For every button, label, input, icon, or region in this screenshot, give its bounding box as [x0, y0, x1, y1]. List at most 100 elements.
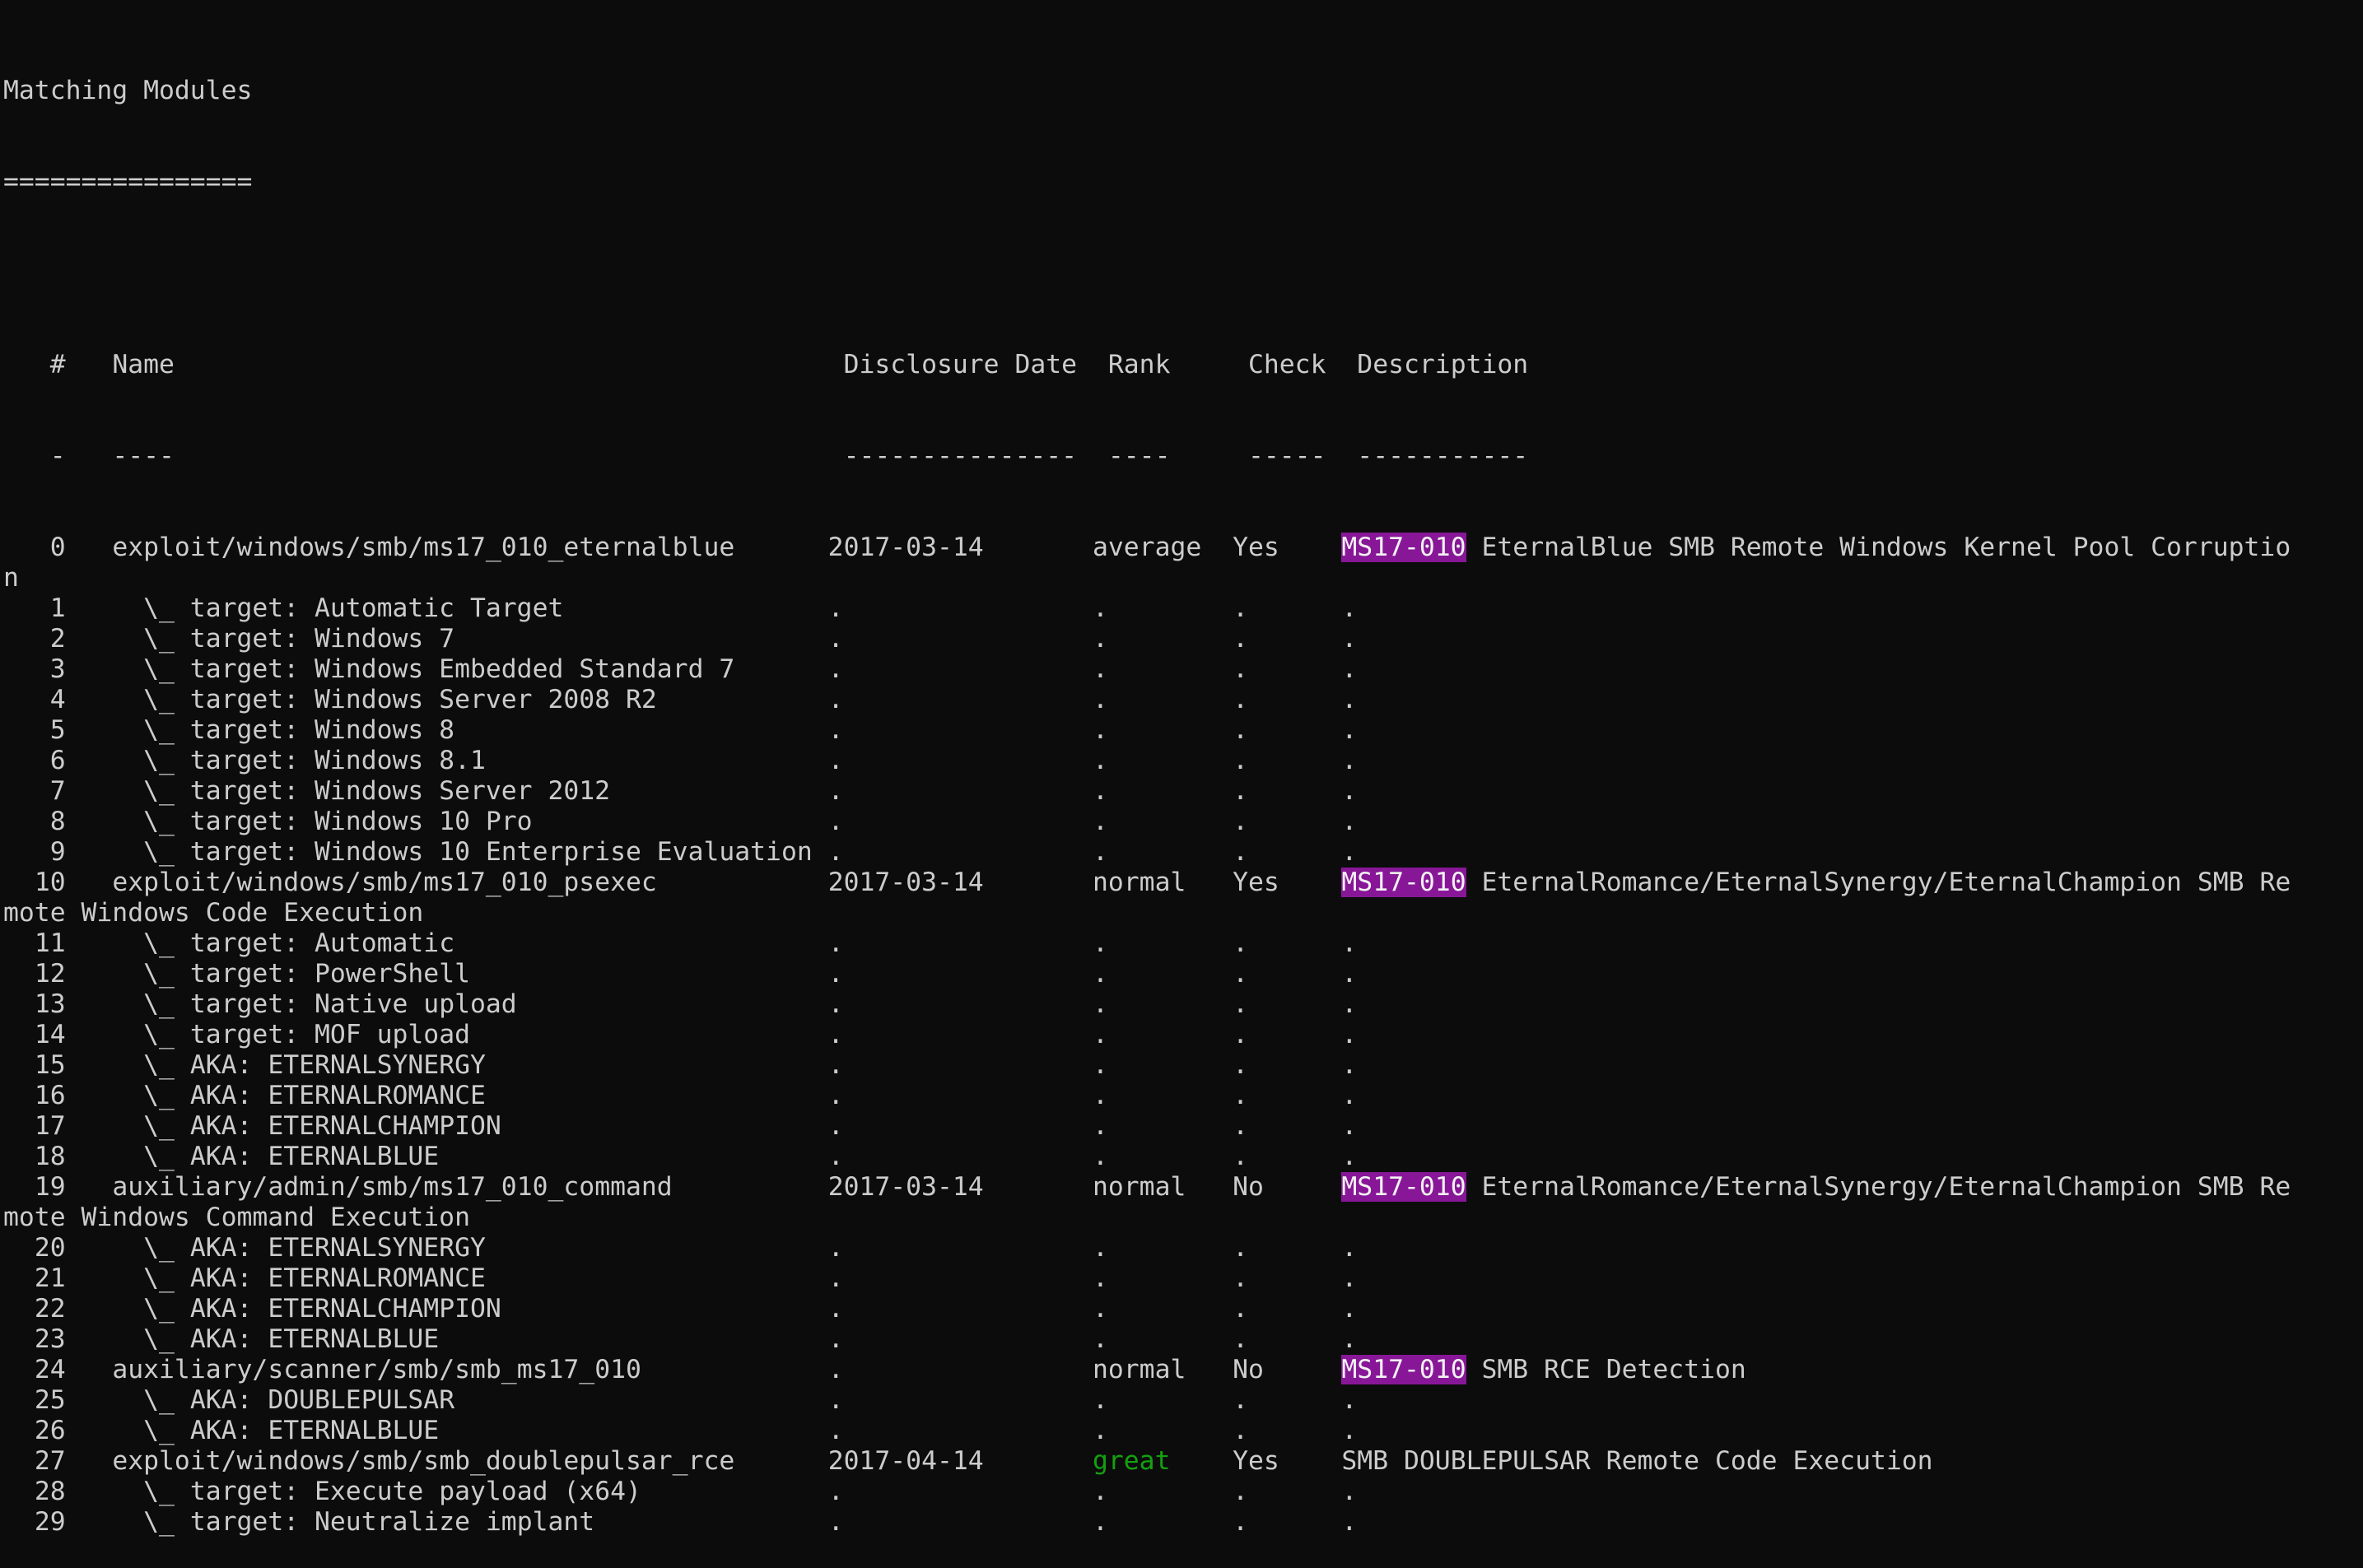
module-description: . [1341, 1111, 1358, 1141]
check-value: . [1233, 624, 1248, 654]
module-name: \_ target: Windows 10 Pro [112, 807, 533, 836]
module-description: . [1341, 593, 1358, 623]
description-wrap: mote Windows Command Execution [3, 1203, 470, 1232]
table-row: 8 \_ target: Windows 10 Pro . . . . [3, 807, 2358, 837]
table-row: 0 exploit/windows/smb/ms17_010_eternalbl… [3, 533, 2358, 563]
module-description: . [1341, 1233, 1358, 1263]
row-number: 15 [34, 1050, 66, 1080]
table-row: 25 \_ AKA: DOUBLEPULSAR . . . . [3, 1385, 2358, 1416]
rank-value: . [1092, 1233, 1108, 1263]
row-number: 6 [49, 746, 66, 775]
cve-highlight: MS17-010 [1341, 1355, 1466, 1384]
module-description: SMB DOUBLEPULSAR Remote Code Execution [1341, 1446, 1933, 1476]
check-value: . [1233, 1416, 1248, 1445]
disclosure-date: . [827, 746, 844, 775]
table-row: 2 \_ target: Windows 7 . . . . [3, 624, 2358, 654]
terminal-output[interactable]: Matching Modules ================ # Name… [3, 15, 2358, 1568]
row-number: 28 [34, 1477, 66, 1506]
disclosure-date: . [827, 1416, 844, 1445]
module-name: \_ AKA: ETERNALCHAMPION [112, 1294, 501, 1324]
module-description: . [1341, 1294, 1358, 1324]
disclosure-date: . [827, 1294, 844, 1324]
header-name: Name [112, 350, 175, 379]
rank-value: normal [1092, 1355, 1186, 1384]
disclosure-date: . [827, 1081, 844, 1110]
check-value: . [1233, 1477, 1248, 1506]
row-number: 10 [34, 868, 66, 897]
table-row: 6 \_ target: Windows 8.1 . . . . [3, 746, 2358, 776]
table-row: 3 \_ target: Windows Embedded Standard 7… [3, 654, 2358, 685]
check-value: . [1233, 593, 1248, 623]
module-description: . [1341, 959, 1358, 989]
row-number: 24 [34, 1355, 66, 1384]
header-underline: - ---- --------------- ---- ----- ------… [3, 441, 2358, 472]
check-value: . [1233, 837, 1248, 867]
table-row: 15 \_ AKA: ETERNALSYNERGY . . . . [3, 1050, 2358, 1081]
table-row: 21 \_ AKA: ETERNALROMANCE . . . . [3, 1263, 2358, 1294]
table-row: 10 exploit/windows/smb/ms17_010_psexec 2… [3, 868, 2358, 898]
row-number: 12 [34, 959, 66, 989]
module-name: \_ AKA: ETERNALSYNERGY [112, 1050, 486, 1080]
disclosure-date: . [827, 1142, 844, 1171]
disclosure-date: . [827, 1263, 844, 1293]
module-name: \_ target: Windows 7 [112, 624, 455, 654]
module-description: EternalRomance/EternalSynergy/EternalCha… [1466, 1172, 2291, 1202]
rank-value: . [1092, 776, 1108, 806]
module-name: \_ target: Automatic [112, 928, 455, 958]
disclosure-date: . [827, 654, 844, 684]
module-name: auxiliary/admin/smb/ms17_010_command [112, 1172, 673, 1202]
module-description: . [1341, 1263, 1358, 1293]
table-row: 14 \_ target: MOF upload . . . . [3, 1020, 2358, 1050]
module-name: \_ AKA: DOUBLEPULSAR [112, 1385, 455, 1415]
module-description: . [1341, 715, 1358, 745]
description-wrap: mote Windows Code Execution [3, 898, 424, 928]
module-description: EternalRomance/EternalSynergy/EternalCha… [1466, 868, 2291, 897]
row-number: 5 [49, 715, 66, 745]
module-name: \_ target: Windows Embedded Standard 7 [112, 654, 735, 684]
disclosure-date: . [827, 1111, 844, 1141]
table-row: 26 \_ AKA: ETERNALBLUE . . . . [3, 1416, 2358, 1446]
module-description: . [1341, 654, 1358, 684]
module-name: \_ target: Windows Server 2012 [112, 776, 611, 806]
check-value: . [1233, 1324, 1248, 1354]
rank-value: average [1092, 533, 1202, 562]
check-value: . [1233, 1050, 1248, 1080]
module-name: \_ target: Windows 8 [112, 715, 455, 745]
rank-value: . [1092, 593, 1108, 623]
check-value: . [1233, 654, 1248, 684]
underline-date: --------------- [843, 441, 1078, 471]
module-name: exploit/windows/smb/ms17_010_psexec [112, 868, 657, 897]
underline-num: - [49, 441, 66, 471]
description-wrap: n [3, 563, 19, 593]
cve-highlight: MS17-010 [1341, 868, 1466, 897]
disclosure-date: . [827, 1020, 844, 1049]
disclosure-date: . [827, 959, 844, 989]
row-number: 25 [34, 1385, 66, 1415]
disclosure-date: . [827, 837, 844, 867]
table-row: 13 \_ target: Native upload . . . . [3, 989, 2358, 1020]
row-number: 1 [49, 593, 66, 623]
header-description: Description [1357, 350, 1529, 379]
module-name: \_ AKA: ETERNALBLUE [112, 1324, 440, 1354]
table-row: 11 \_ target: Automatic . . . . [3, 928, 2358, 959]
row-number: 7 [49, 776, 66, 806]
rank-value: . [1092, 624, 1108, 654]
row-number: 13 [34, 989, 66, 1019]
row-number: 29 [34, 1507, 66, 1537]
module-name: \_ target: MOF upload [112, 1020, 470, 1049]
underline-check: ----- [1247, 441, 1326, 471]
check-value: . [1233, 1263, 1248, 1293]
module-description: . [1341, 1020, 1358, 1049]
row-number: 23 [34, 1324, 66, 1354]
title-underline: ================ [3, 167, 253, 197]
table-row: 7 \_ target: Windows Server 2012 . . . . [3, 776, 2358, 807]
row-number: 27 [34, 1446, 66, 1476]
rank-value: normal [1092, 1172, 1186, 1202]
check-value: . [1233, 1233, 1248, 1263]
header-num: # [49, 350, 66, 379]
check-value: . [1233, 715, 1248, 745]
table-row: 20 \_ AKA: ETERNALSYNERGY . . . . [3, 1233, 2358, 1263]
check-value: . [1233, 1385, 1248, 1415]
underline-rank: ---- [1107, 441, 1171, 471]
table-row: 4 \_ target: Windows Server 2008 R2 . . … [3, 685, 2358, 715]
